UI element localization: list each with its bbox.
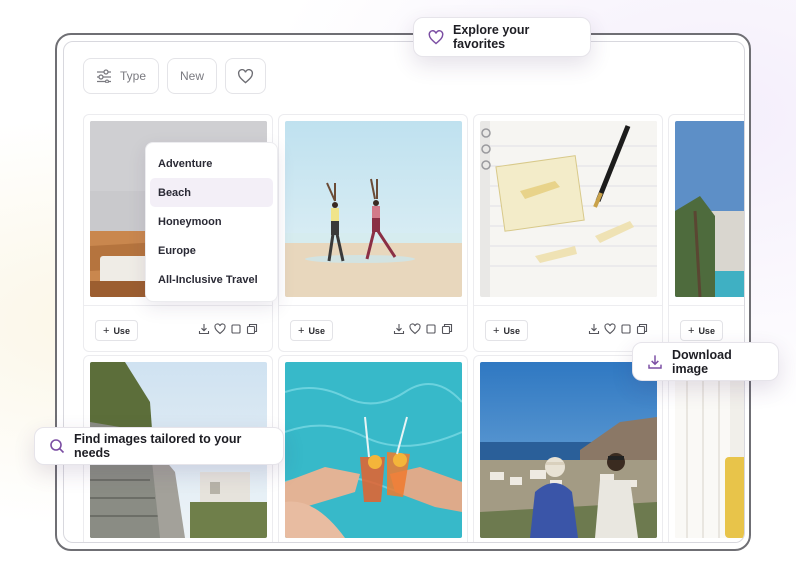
dropdown-item-europe[interactable]: Europe: [150, 236, 273, 265]
download-icon[interactable]: [393, 323, 405, 335]
square-icon[interactable]: [425, 323, 437, 335]
copy-icon[interactable]: [246, 323, 258, 335]
download-callout: Download image: [632, 342, 779, 381]
pool-drinks-image[interactable]: [285, 362, 462, 538]
curtain-room-image[interactable]: [675, 362, 744, 538]
image-card[interactable]: [278, 355, 468, 542]
use-button-label: Use: [113, 325, 130, 336]
use-button[interactable]: + Use: [485, 320, 528, 341]
heart-icon[interactable]: [214, 323, 226, 335]
card-actions: [588, 323, 648, 335]
card-actions: [198, 323, 258, 335]
favorites-callout-text: Explore your favorites: [453, 23, 530, 51]
image-card[interactable]: + Use: [278, 114, 468, 352]
card-divider: [474, 305, 662, 306]
image-card[interactable]: [473, 355, 663, 542]
find-images-callout-text: Find images tailored to your needs: [74, 432, 242, 460]
heart-icon: [428, 29, 444, 45]
download-icon[interactable]: [588, 323, 600, 335]
favorites-filter-button[interactable]: [225, 58, 267, 94]
dropdown-item-all-inclusive[interactable]: All-Inclusive Travel: [150, 265, 273, 294]
couple-caldera-image[interactable]: [480, 362, 657, 538]
use-button-label: Use: [503, 325, 520, 336]
copy-icon[interactable]: [636, 323, 648, 335]
plus-icon: +: [298, 324, 305, 337]
heart-icon[interactable]: [604, 323, 616, 335]
card-divider: [279, 305, 467, 306]
card-divider: [84, 305, 272, 306]
use-button[interactable]: + Use: [680, 320, 723, 341]
find-images-callout: Find images tailored to your needs: [34, 427, 284, 465]
type-filter-label: Type: [120, 69, 147, 83]
type-dropdown-menu: Adventure Beach Honeymoon Europe All-Inc…: [145, 142, 278, 302]
filter-sliders-icon: [96, 69, 112, 83]
use-button[interactable]: + Use: [290, 320, 333, 341]
type-filter-button[interactable]: Type: [83, 58, 160, 94]
use-button-label: Use: [308, 325, 325, 336]
plus-icon: +: [103, 324, 110, 337]
square-icon[interactable]: [230, 323, 242, 335]
filter-toolbar: Type New: [83, 58, 267, 94]
new-filter-button[interactable]: New: [167, 58, 218, 94]
favorites-callout: Explore your favorites: [413, 17, 591, 57]
image-card[interactable]: [668, 355, 744, 542]
gallery-screen: Type New + Use + Use + Use + Use Adventu…: [63, 41, 745, 543]
square-icon[interactable]: [620, 323, 632, 335]
beach-yoga-image[interactable]: [285, 121, 462, 297]
card-divider: [669, 305, 744, 306]
download-callout-text: Download image: [672, 347, 732, 376]
heart-icon[interactable]: [409, 323, 421, 335]
copy-icon[interactable]: [441, 323, 453, 335]
notebook-planes-image[interactable]: [480, 121, 657, 297]
download-icon: [647, 354, 663, 370]
image-card[interactable]: + Use: [668, 114, 744, 352]
new-filter-label: New: [180, 69, 205, 83]
download-icon[interactable]: [198, 323, 210, 335]
plus-icon: +: [688, 324, 695, 337]
palm-coast-image[interactable]: [675, 121, 744, 297]
use-button-label: Use: [698, 325, 715, 336]
plus-icon: +: [493, 324, 500, 337]
card-actions: [393, 323, 453, 335]
dropdown-item-adventure[interactable]: Adventure: [150, 149, 273, 178]
heart-icon: [237, 68, 254, 84]
dropdown-item-honeymoon[interactable]: Honeymoon: [150, 207, 273, 236]
use-button[interactable]: + Use: [95, 320, 138, 341]
dropdown-item-beach[interactable]: Beach: [150, 178, 273, 207]
search-icon: [49, 438, 65, 454]
image-card[interactable]: + Use: [473, 114, 663, 352]
